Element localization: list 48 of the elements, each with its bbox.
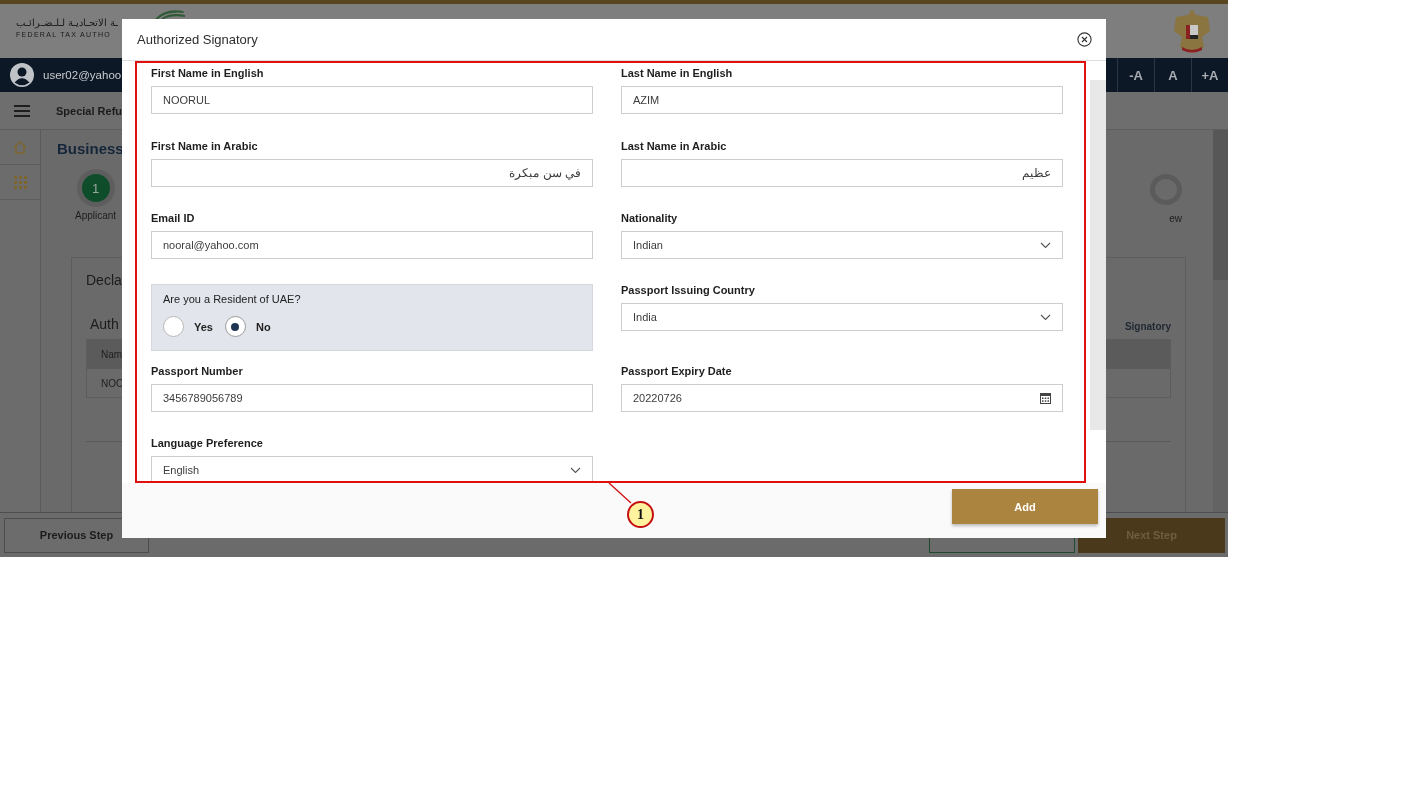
emblem-icon xyxy=(1172,7,1212,55)
field-label: Last Name in Arabic xyxy=(621,139,728,153)
radio-button[interactable] xyxy=(224,316,246,337)
chevron-down-icon xyxy=(570,466,581,474)
menu-icon[interactable] xyxy=(14,104,30,117)
calendar-icon[interactable] xyxy=(1040,392,1051,404)
column-heading: Signatory xyxy=(1124,321,1171,332)
field-label: Email ID xyxy=(151,211,196,225)
user-email[interactable]: user02@yahoo xyxy=(43,69,122,81)
field-label: First Name in English xyxy=(151,66,265,80)
radio-label: No xyxy=(255,320,271,333)
date-field[interactable]: 20220726 xyxy=(621,384,1063,412)
scrollbar[interactable] xyxy=(1213,130,1228,512)
input-field[interactable]: في سن مبكرة xyxy=(151,159,593,187)
apps-grid-icon[interactable] xyxy=(13,175,27,189)
close-icon[interactable] xyxy=(1077,32,1092,47)
home-icon[interactable] xyxy=(13,140,27,154)
dropdown-field[interactable]: India xyxy=(621,303,1063,331)
page-title: Business xyxy=(57,140,124,157)
chevron-down-icon xyxy=(1040,241,1051,249)
radio-button[interactable] xyxy=(163,316,184,337)
field-label: Nationality xyxy=(621,211,679,225)
field-label: Last Name in English xyxy=(621,66,734,80)
user-avatar-icon xyxy=(10,63,34,87)
radio-label: Yes xyxy=(194,320,213,333)
logo-arabic-text: ـة الاتحـاديـة لـلـضـرائـب xyxy=(16,17,118,28)
step-label: Applicant xyxy=(75,210,117,221)
input-field[interactable]: nooral@yahoo.com xyxy=(151,231,593,259)
scrollbar[interactable] xyxy=(1090,80,1106,430)
input-field[interactable]: NOORUL xyxy=(151,86,593,114)
field-label: Passport Expiry Date xyxy=(621,364,733,378)
step-label: ew xyxy=(1169,213,1182,224)
field-label: First Name in Arabic xyxy=(151,139,259,153)
chevron-down-icon xyxy=(1040,313,1051,321)
field-label: Passport Number xyxy=(151,364,244,378)
input-field[interactable]: AZIM xyxy=(621,86,1063,114)
input-field[interactable]: 3456789056789 xyxy=(151,384,593,412)
breadcrumb-text: Special Refu xyxy=(56,104,123,117)
field-label: Passport Issuing Country xyxy=(621,283,756,297)
dialog-title: Authorized Signatory xyxy=(137,32,258,47)
input-field[interactable]: عظيم xyxy=(621,159,1063,187)
question-label: Are you a Resident of UAE? xyxy=(163,293,302,305)
field-label: Language Preference xyxy=(151,436,264,450)
dropdown-field[interactable]: Indian xyxy=(621,231,1063,259)
dropdown-field[interactable]: English xyxy=(151,456,593,483)
section-title: Decla xyxy=(86,272,122,288)
leader-line xyxy=(608,482,632,504)
table-title: Auth xyxy=(90,316,119,332)
